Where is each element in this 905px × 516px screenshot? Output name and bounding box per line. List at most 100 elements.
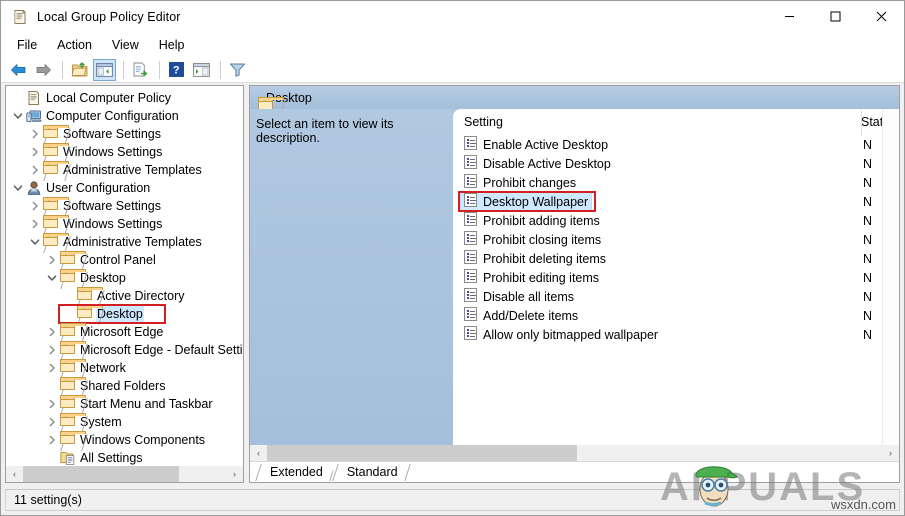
- policy-setting-icon: [464, 212, 477, 229]
- back-icon[interactable]: [7, 59, 30, 81]
- local-group-policy-editor-window: Local Group Policy Editor File Action Vi…: [0, 0, 905, 516]
- settings-row-label: Add/Delete items: [483, 308, 579, 323]
- tree-node[interactable]: Windows Components: [6, 431, 243, 449]
- settings-row[interactable]: Prohibit editing items N: [453, 268, 899, 287]
- tree-node[interactable]: System: [6, 413, 243, 431]
- tree-node[interactable]: Active Directory: [6, 287, 243, 305]
- show-hide-action-pane-icon[interactable]: [190, 59, 213, 81]
- chevron-right-icon[interactable]: [27, 126, 43, 142]
- tab-extended[interactable]: Extended: [256, 462, 333, 482]
- chevron-right-icon[interactable]: [27, 144, 43, 160]
- all-settings-icon: [60, 450, 76, 465]
- chevron-down-icon[interactable]: [10, 180, 26, 196]
- settings-row[interactable]: Disable all items N: [453, 287, 899, 306]
- close-button[interactable]: [858, 1, 904, 32]
- tree-node[interactable]: Windows Settings: [6, 143, 243, 161]
- chevron-right-icon[interactable]: [44, 432, 60, 448]
- chevron-right-icon[interactable]: [44, 252, 60, 268]
- policy-setting-icon: [464, 250, 477, 267]
- tree-node[interactable]: Control Panel: [6, 251, 243, 269]
- settings-list-header: Setting State: [453, 109, 899, 136]
- folder-icon: [60, 395, 86, 412]
- policy-setting-icon: [464, 136, 477, 153]
- chevron-right-icon[interactable]: [44, 324, 60, 340]
- settings-vertical-scrollbar[interactable]: [882, 109, 899, 482]
- tree-node[interactable]: Desktop: [6, 304, 243, 324]
- chevron-down-icon[interactable]: [10, 108, 26, 124]
- scroll-left-arrow-icon[interactable]: ‹: [250, 445, 267, 461]
- policy-setting-icon: [464, 288, 477, 305]
- chevron-right-icon[interactable]: [44, 414, 60, 430]
- chevron-right-icon[interactable]: [44, 360, 60, 376]
- chevron-down-icon[interactable]: [27, 234, 43, 250]
- settings-row[interactable]: Prohibit adding items N: [453, 211, 899, 230]
- chevron-right-icon[interactable]: [27, 216, 43, 232]
- settings-row[interactable]: Prohibit closing items N: [453, 230, 899, 249]
- minimize-button[interactable]: [766, 1, 812, 32]
- settings-row[interactable]: Enable Active Desktop N: [453, 135, 899, 154]
- tree-node[interactable]: Local Computer Policy: [6, 89, 243, 107]
- column-header-setting[interactable]: Setting: [464, 115, 861, 129]
- tree-node[interactable]: Administrative Templates: [6, 161, 243, 179]
- policy-setting-icon: [464, 269, 477, 286]
- settings-scroll-track[interactable]: [267, 445, 882, 461]
- scroll-left-arrow-icon[interactable]: ‹: [6, 466, 23, 482]
- settings-row-label: Prohibit editing items: [483, 270, 600, 285]
- title-bar: Local Group Policy Editor: [1, 1, 904, 32]
- tree-node[interactable]: Network: [6, 359, 243, 377]
- chevron-right-icon[interactable]: [44, 342, 60, 358]
- tree-node[interactable]: Start Menu and Taskbar: [6, 395, 243, 413]
- tree-node[interactable]: Microsoft Edge - Default Settin: [6, 341, 243, 359]
- tree-scroll-track[interactable]: [23, 466, 226, 482]
- tree-node[interactable]: Software Settings: [6, 197, 243, 215]
- menu-help[interactable]: Help: [149, 35, 195, 55]
- menu-action[interactable]: Action: [47, 35, 102, 55]
- chevron-right-icon[interactable]: [44, 396, 60, 412]
- console-tree[interactable]: Local Computer Policy Computer Configurat…: [6, 86, 243, 465]
- chevron-down-icon[interactable]: [44, 270, 60, 286]
- status-text: 11 setting(s): [14, 493, 82, 507]
- settings-row-name-cell: Prohibit closing items: [464, 231, 861, 248]
- settings-horizontal-scrollbar[interactable]: ‹ ›: [250, 445, 899, 461]
- tree-node[interactable]: Computer Configuration: [6, 107, 243, 125]
- tree-node[interactable]: Desktop: [6, 269, 243, 287]
- tree-node[interactable]: Administrative Templates: [6, 233, 243, 251]
- scroll-right-arrow-icon[interactable]: ›: [226, 466, 243, 482]
- maximize-button[interactable]: [812, 1, 858, 32]
- menu-view[interactable]: View: [102, 35, 149, 55]
- settings-row[interactable]: Allow only bitmapped wallpaper N: [453, 325, 899, 344]
- tree-node[interactable]: Windows Settings: [6, 215, 243, 233]
- tree-node[interactable]: Microsoft Edge: [6, 323, 243, 341]
- tree-node-label: Administrative Templates: [63, 163, 202, 177]
- settings-row[interactable]: Disable Active Desktop N: [453, 154, 899, 173]
- settings-row[interactable]: Desktop Wallpaper N: [453, 191, 899, 212]
- settings-list[interactable]: Enable Active Desktop N Disable Active Des…: [453, 135, 899, 344]
- tree-node-label: Control Panel: [80, 253, 156, 267]
- tree-node[interactable]: Software Settings: [6, 125, 243, 143]
- settings-row[interactable]: Prohibit deleting items N: [453, 249, 899, 268]
- menu-file[interactable]: File: [7, 35, 47, 55]
- scroll-right-arrow-icon[interactable]: ›: [882, 445, 899, 461]
- computer-icon: [26, 108, 42, 124]
- settings-row[interactable]: Prohibit changes N: [453, 173, 899, 192]
- tree-node[interactable]: User Configuration: [6, 179, 243, 197]
- chevron-right-icon[interactable]: [27, 162, 43, 178]
- filter-icon[interactable]: [226, 59, 249, 81]
- tree-horizontal-scrollbar[interactable]: ‹ ›: [6, 466, 243, 482]
- forward-icon[interactable]: [32, 59, 55, 81]
- settings-scroll-thumb[interactable]: [267, 445, 577, 461]
- settings-row[interactable]: Add/Delete items N: [453, 306, 899, 325]
- up-one-level-icon[interactable]: [68, 59, 91, 81]
- tree-node-label: Start Menu and Taskbar: [80, 397, 213, 411]
- tab-standard[interactable]: Standard: [332, 462, 408, 482]
- tree-scroll-thumb[interactable]: [23, 466, 179, 482]
- export-list-icon[interactable]: [129, 59, 152, 81]
- tree-node[interactable]: All Settings: [6, 449, 243, 465]
- tree-node-label: All Settings: [80, 451, 143, 465]
- help-icon[interactable]: ?: [165, 59, 188, 81]
- settings-list-pane: Setting State Enable Active Desktop N Disa…: [453, 109, 899, 482]
- chevron-right-icon[interactable]: [27, 198, 43, 214]
- show-hide-console-tree-icon[interactable]: [93, 58, 116, 81]
- tree-node[interactable]: Shared Folders: [6, 377, 243, 395]
